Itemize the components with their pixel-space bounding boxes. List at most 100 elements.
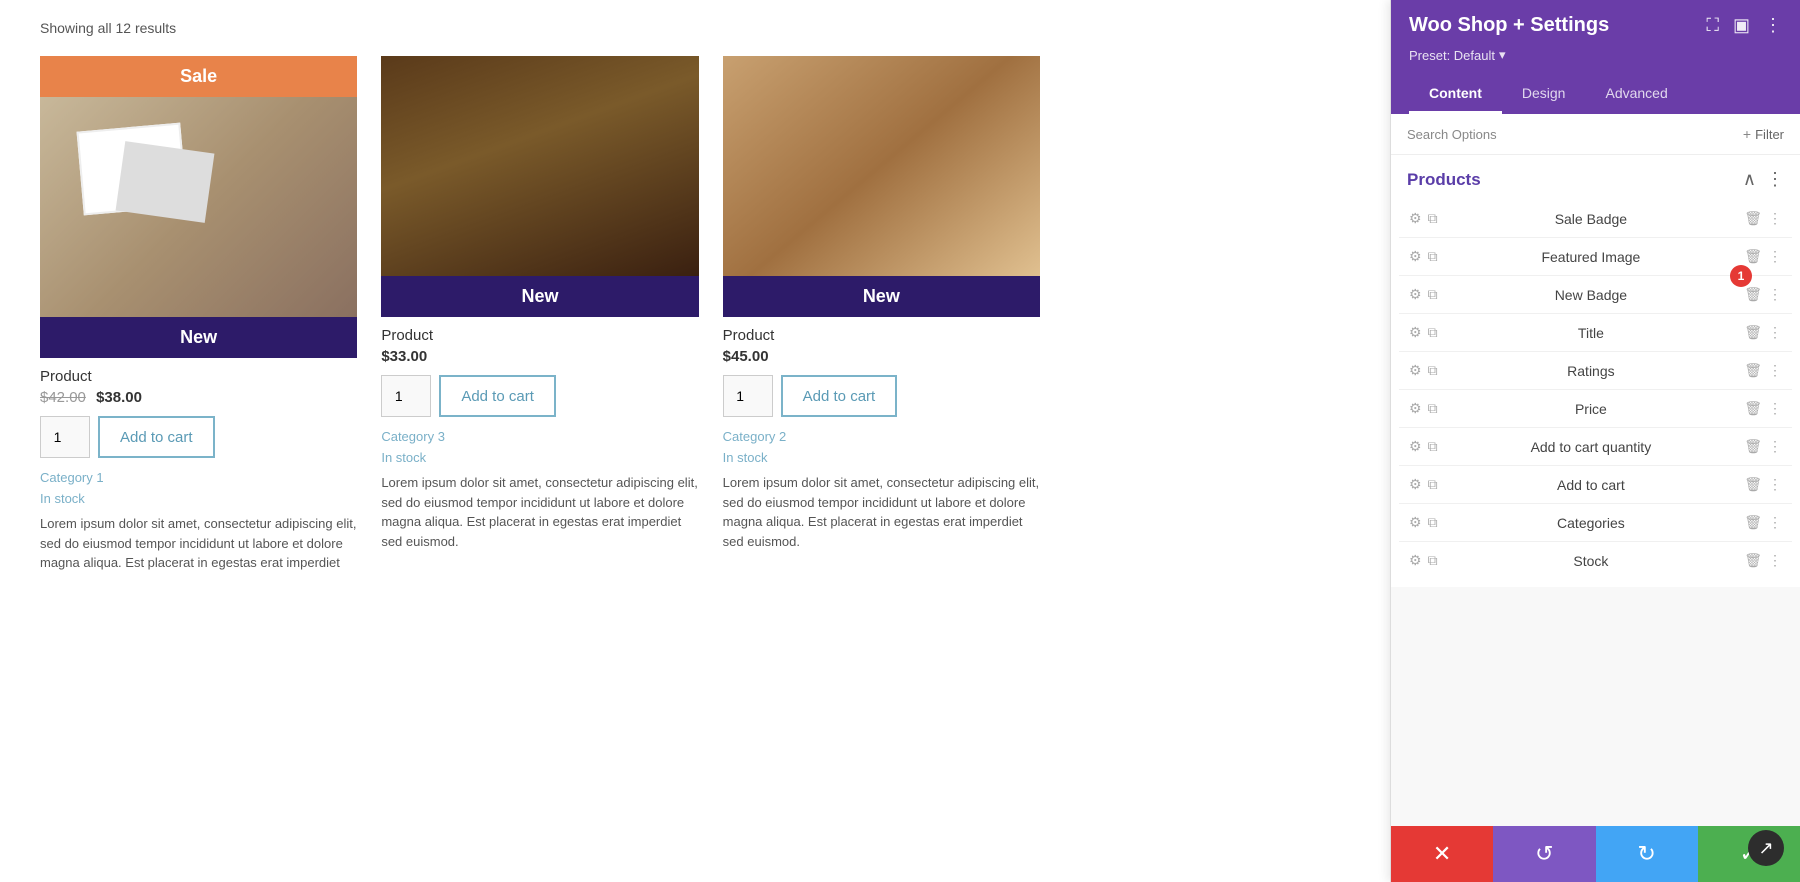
item-left-icons-sale-badge: ⚙ ⧉ [1409, 210, 1438, 227]
more-icon-atc[interactable]: ⋮ [1768, 476, 1782, 493]
trash-icon-ratings[interactable]: 🗑 [1744, 362, 1762, 379]
more-icon-featured-image[interactable]: ⋮ [1768, 248, 1782, 265]
item-label-price: Price [1446, 401, 1737, 417]
copy-icon-featured-image[interactable]: ⧉ [1428, 248, 1438, 265]
copy-icon-price[interactable]: ⧉ [1428, 400, 1438, 417]
list-item-add-to-cart: ⚙ ⧉ Add to cart 🗑 ⋮ [1399, 466, 1792, 504]
panel-menu-icon[interactable]: ⋮ [1764, 15, 1782, 36]
item-right-icons-new-badge: 🗑 ⋮ [1744, 286, 1782, 303]
add-to-cart-row-2: Add to cart [381, 375, 698, 417]
new-badge-count: 1 [1730, 265, 1752, 287]
more-icon-title[interactable]: ⋮ [1768, 324, 1782, 341]
panel-preset[interactable]: Preset: Default ▾ [1409, 47, 1782, 63]
gear-icon-sale-badge[interactable]: ⚙ [1409, 210, 1422, 227]
copy-icon-ratings[interactable]: ⧉ [1428, 362, 1438, 379]
copy-icon-categories[interactable]: ⧉ [1428, 514, 1438, 531]
sale-badge-label-1: Sale [40, 56, 357, 97]
section-title-products: Products [1407, 170, 1481, 190]
undo-button[interactable]: ↺ [1493, 826, 1595, 882]
product-info-2: Product $33.00 Add to cart Category 3 In… [381, 317, 698, 561]
more-icon-price[interactable]: ⋮ [1768, 400, 1782, 417]
trash-icon-title[interactable]: 🗑 [1744, 324, 1762, 341]
gear-icon-title[interactable]: ⚙ [1409, 324, 1422, 341]
screenshot-icon[interactable]: ⛶ [1706, 15, 1719, 36]
close-button[interactable]: ✕ [1391, 826, 1493, 882]
copy-icon-sale-badge[interactable]: ⧉ [1428, 210, 1438, 227]
product-desc-1: Lorem ipsum dolor sit amet, consectetur … [40, 514, 357, 573]
trash-icon-featured-image[interactable]: 🗑 [1744, 248, 1762, 265]
copy-icon-title[interactable]: ⧉ [1428, 324, 1438, 341]
product-card-1: Sale New Product $42.00 $38.00 Add to ca… [40, 56, 357, 583]
product-info-3: Product $45.00 Add to cart Category 2 In… [723, 317, 1040, 561]
trash-icon-sale-badge[interactable]: 🗑 [1744, 210, 1762, 227]
item-left-icons-price: ⚙ ⧉ [1409, 400, 1438, 417]
more-icon-stock[interactable]: ⋮ [1768, 552, 1782, 569]
panel-title-row: Woo Shop + Settings ⛶ ▣ ⋮ [1409, 14, 1782, 37]
product-image-3 [723, 56, 1040, 276]
gear-icon-featured-image[interactable]: ⚙ [1409, 248, 1422, 265]
panel-tabs: Content Design Advanced [1409, 75, 1782, 114]
main-content: Showing all 12 results Sale New Product … [0, 0, 1390, 882]
more-icon-categories[interactable]: ⋮ [1768, 514, 1782, 531]
panel-header-icons: ⛶ ▣ ⋮ [1706, 15, 1782, 36]
product-category-3[interactable]: Category 2 [723, 429, 1040, 444]
add-to-cart-btn-3[interactable]: Add to cart [781, 375, 898, 417]
corner-arrow-icon[interactable]: ↗ [1748, 830, 1784, 866]
trash-icon-stock[interactable]: 🗑 [1744, 552, 1762, 569]
section-collapse-icon[interactable]: ∧ [1743, 169, 1756, 190]
item-right-icons-title: 🗑 ⋮ [1744, 324, 1782, 341]
qty-input-2[interactable] [381, 375, 431, 417]
list-item-price: ⚙ ⧉ Price 🗑 ⋮ [1399, 390, 1792, 428]
items-list: ⚙ ⧉ Sale Badge 🗑 ⋮ ⚙ ⧉ Featured Image 🗑 [1391, 200, 1800, 587]
copy-icon-stock[interactable]: ⧉ [1428, 552, 1438, 569]
tab-content[interactable]: Content [1409, 75, 1502, 114]
trash-icon-new-badge[interactable]: 🗑 [1744, 286, 1762, 303]
add-to-cart-row-3: Add to cart [723, 375, 1040, 417]
list-item-categories: ⚙ ⧉ Categories 🗑 ⋮ [1399, 504, 1792, 542]
item-right-icons-price: 🗑 ⋮ [1744, 400, 1782, 417]
trash-icon-price[interactable]: 🗑 [1744, 400, 1762, 417]
trash-icon-qty[interactable]: 🗑 [1744, 438, 1762, 455]
item-right-icons-sale-badge: 🗑 ⋮ [1744, 210, 1782, 227]
add-to-cart-btn-1[interactable]: Add to cart [98, 416, 215, 458]
item-label-ratings: Ratings [1446, 363, 1737, 379]
copy-icon-atc[interactable]: ⧉ [1428, 476, 1438, 493]
action-bar: ✕ ↺ ↻ ✓ [1391, 826, 1800, 882]
more-icon-sale-badge[interactable]: ⋮ [1768, 210, 1782, 227]
filter-button[interactable]: + Filter [1743, 126, 1784, 142]
tab-advanced[interactable]: Advanced [1585, 75, 1687, 114]
list-item-sale-badge: ⚙ ⧉ Sale Badge 🗑 ⋮ [1399, 200, 1792, 238]
product-stock-1: In stock [40, 491, 357, 506]
qty-input-3[interactable] [723, 375, 773, 417]
gear-icon-atc[interactable]: ⚙ [1409, 476, 1422, 493]
gear-icon-qty[interactable]: ⚙ [1409, 438, 1422, 455]
more-icon-ratings[interactable]: ⋮ [1768, 362, 1782, 379]
trash-icon-atc[interactable]: 🗑 [1744, 476, 1762, 493]
redo-button[interactable]: ↻ [1596, 826, 1698, 882]
product-card-2: New Product $33.00 Add to cart Category … [381, 56, 698, 583]
copy-icon-new-badge[interactable]: ⧉ [1428, 286, 1438, 303]
more-icon-qty[interactable]: ⋮ [1768, 438, 1782, 455]
copy-icon-qty[interactable]: ⧉ [1428, 438, 1438, 455]
product-category-2[interactable]: Category 3 [381, 429, 698, 444]
layout-icon[interactable]: ▣ [1733, 15, 1750, 36]
more-icon-new-badge[interactable]: ⋮ [1768, 286, 1782, 303]
gear-icon-stock[interactable]: ⚙ [1409, 552, 1422, 569]
trash-icon-categories[interactable]: 🗑 [1744, 514, 1762, 531]
item-label-new-badge: New Badge [1446, 287, 1737, 303]
price-original-1: $42.00 [40, 389, 86, 406]
section-controls: ∧ ⋮ [1743, 169, 1784, 190]
list-item-stock: ⚙ ⧉ Stock 🗑 ⋮ [1399, 542, 1792, 579]
product-category-1[interactable]: Category 1 [40, 470, 357, 485]
gear-icon-price[interactable]: ⚙ [1409, 400, 1422, 417]
gear-icon-new-badge[interactable]: ⚙ [1409, 286, 1422, 303]
panel-header: Woo Shop + Settings ⛶ ▣ ⋮ Preset: Defaul… [1391, 0, 1800, 114]
qty-input-1[interactable] [40, 416, 90, 458]
item-right-icons-qty: 🗑 ⋮ [1744, 438, 1782, 455]
add-to-cart-btn-2[interactable]: Add to cart [439, 375, 556, 417]
gear-icon-categories[interactable]: ⚙ [1409, 514, 1422, 531]
gear-icon-ratings[interactable]: ⚙ [1409, 362, 1422, 379]
section-more-icon[interactable]: ⋮ [1766, 169, 1784, 190]
tab-design[interactable]: Design [1502, 75, 1586, 114]
product-stock-3: In stock [723, 450, 1040, 465]
